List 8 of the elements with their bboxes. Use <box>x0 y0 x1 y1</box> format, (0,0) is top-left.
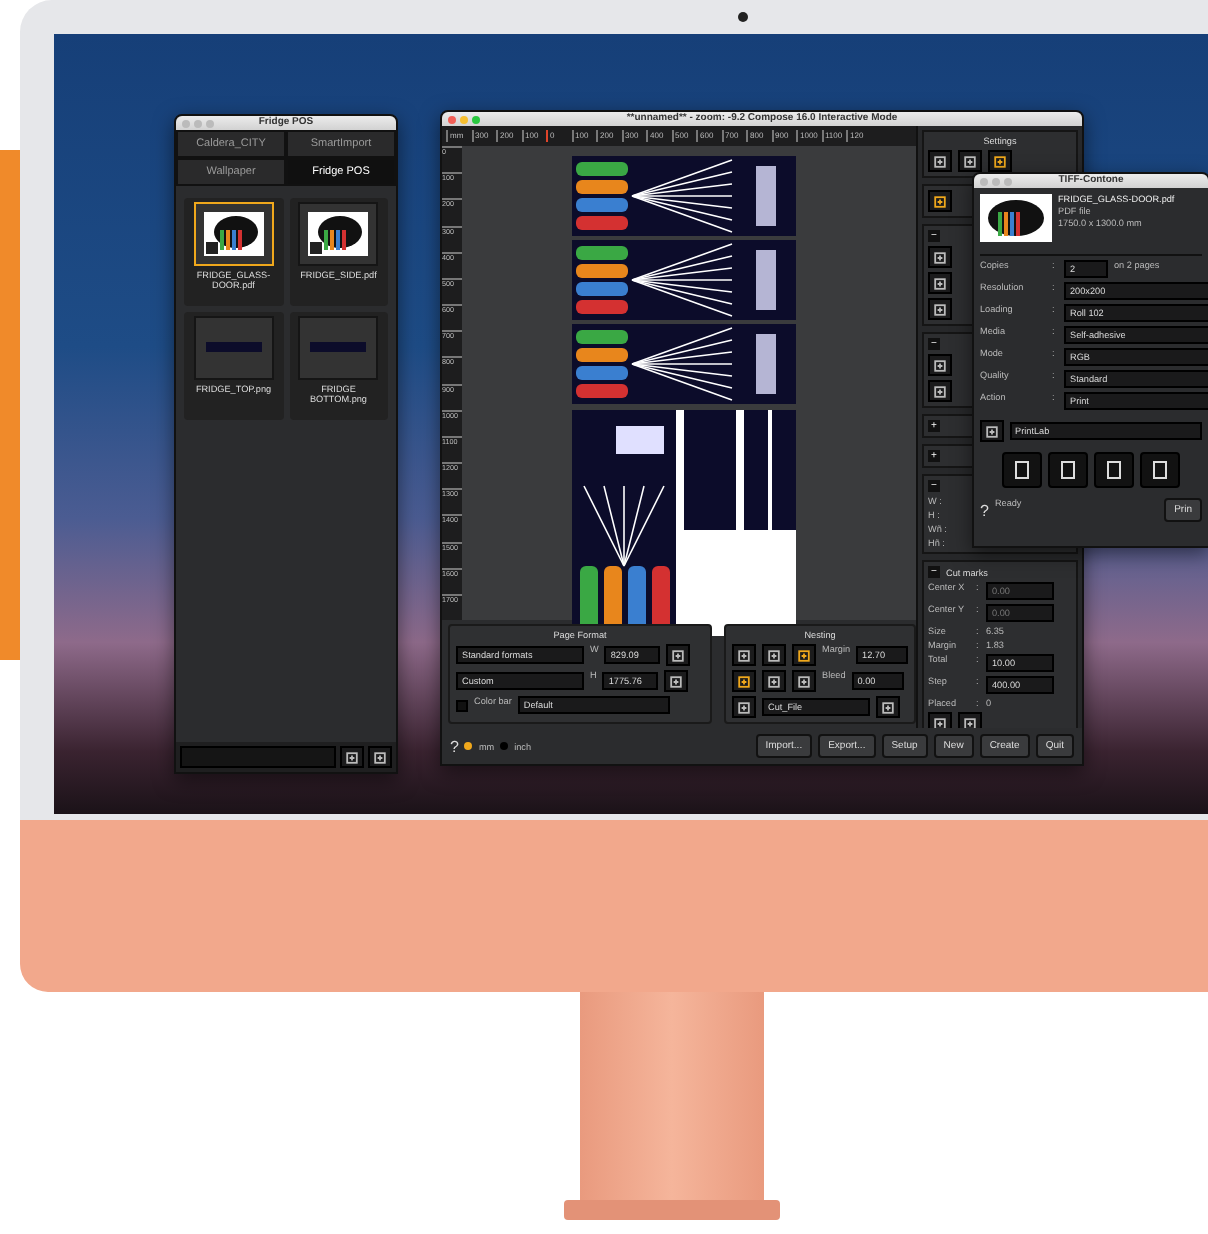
help-icon[interactable]: ? <box>980 501 989 519</box>
unit-radio[interactable] <box>464 742 473 750</box>
color-bar-checkbox[interactable] <box>456 699 468 711</box>
file-preview-image <box>980 194 1052 242</box>
add-file-button[interactable] <box>1002 452 1042 488</box>
unit-radio[interactable] <box>500 742 509 750</box>
help-icon[interactable]: ? <box>450 737 459 755</box>
camera-dot <box>738 12 748 22</box>
